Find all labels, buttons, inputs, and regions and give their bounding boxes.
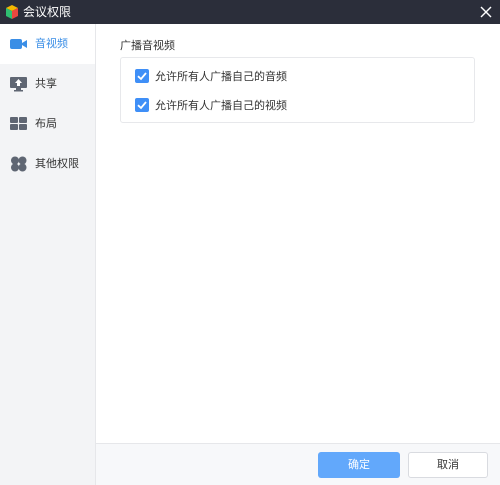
sidebar-item-label: 其他权限 [35,157,79,170]
clover-icon [10,156,28,172]
video-camera-icon [10,36,28,52]
sidebar-item-audio-video[interactable]: 音视频 [0,24,95,64]
close-icon[interactable] [476,2,496,22]
sidebar-item-other-permissions[interactable]: 其他权限 [0,144,95,184]
app-logo-icon [4,4,20,20]
sidebar-item-label: 音视频 [35,37,68,50]
sidebar-item-layout[interactable]: 布局 [0,104,95,144]
checkbox-checked-icon [135,69,149,83]
window-title: 会议权限 [23,5,72,19]
options-panel: 允许所有人广播自己的音频 允许所有人广播自己的视频 [120,57,475,123]
section-title: 广播音视频 [120,39,175,52]
cancel-button[interactable]: 取消 [408,452,488,478]
option-label: 允许所有人广播自己的音频 [155,70,287,83]
sidebar-item-share[interactable]: 共享 [0,64,95,104]
confirm-button[interactable]: 确定 [318,452,400,478]
screen-share-icon [10,76,28,92]
sidebar: 音视频 共享 布局 其他权限 [0,24,96,485]
title-bar: 会议权限 [0,0,500,24]
dialog-footer: 确定 取消 [96,443,500,485]
grid-layout-icon [10,116,28,132]
sidebar-item-label: 共享 [35,77,57,90]
option-label: 允许所有人广播自己的视频 [155,99,287,112]
sidebar-item-label: 布局 [35,117,57,130]
checkbox-checked-icon [135,98,149,112]
